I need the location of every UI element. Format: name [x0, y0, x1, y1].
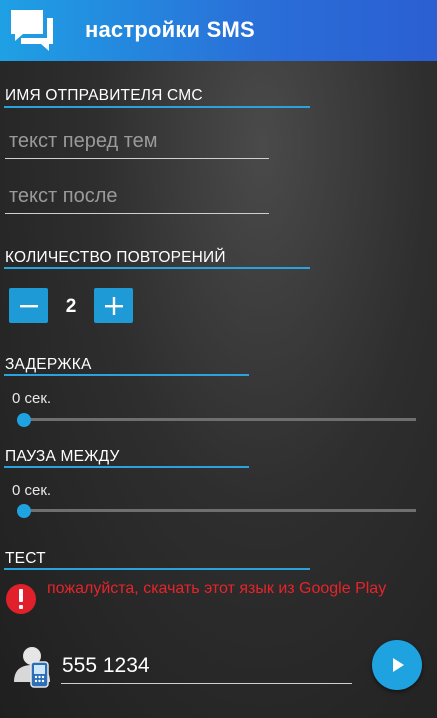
page-title: настройки SMS	[85, 17, 255, 42]
repeat-count-header: КОЛИЧЕСТВО ПОВТОРЕНИЙ	[5, 249, 226, 266]
app-bar: настройки SMS	[0, 0, 437, 61]
pause-slider-track[interactable]	[22, 509, 416, 512]
plus-icon	[104, 296, 123, 315]
text-before-input[interactable]	[5, 125, 269, 159]
delay-value-label: 0 сек.	[12, 390, 52, 407]
chat-bubbles-icon	[11, 10, 53, 51]
test-header: ТЕСТ	[5, 550, 46, 567]
repeat-count-value: 2	[65, 296, 77, 317]
repeat-count-divider	[4, 267, 310, 269]
pause-divider	[4, 466, 249, 468]
increment-button[interactable]	[94, 288, 133, 323]
delay-slider-track[interactable]	[22, 418, 416, 421]
delay-slider-thumb[interactable]	[17, 413, 31, 427]
decrement-button[interactable]	[9, 288, 48, 323]
contact-phone-icon	[14, 647, 50, 688]
sender-name-header: ИМЯ ОТПРАВИТЕЛЯ СМС	[5, 87, 203, 104]
phone-number-input[interactable]	[61, 648, 352, 684]
error-message: пожалуйста, скачать этот язык из Google …	[47, 580, 387, 597]
test-divider	[4, 568, 310, 570]
play-send-icon	[393, 658, 404, 672]
send-test-button[interactable]	[372, 640, 422, 690]
pause-value-label: 0 сек.	[12, 482, 52, 499]
pause-header: ПАУЗА МЕЖДУ	[5, 448, 120, 465]
text-after-input[interactable]	[5, 180, 269, 214]
pause-slider-thumb[interactable]	[17, 504, 31, 518]
delay-header: ЗАДЕРЖКА	[5, 356, 92, 373]
minus-icon	[19, 304, 38, 307]
delay-divider	[4, 374, 249, 376]
error-exclamation-icon	[6, 584, 36, 614]
sender-name-divider	[4, 106, 310, 108]
